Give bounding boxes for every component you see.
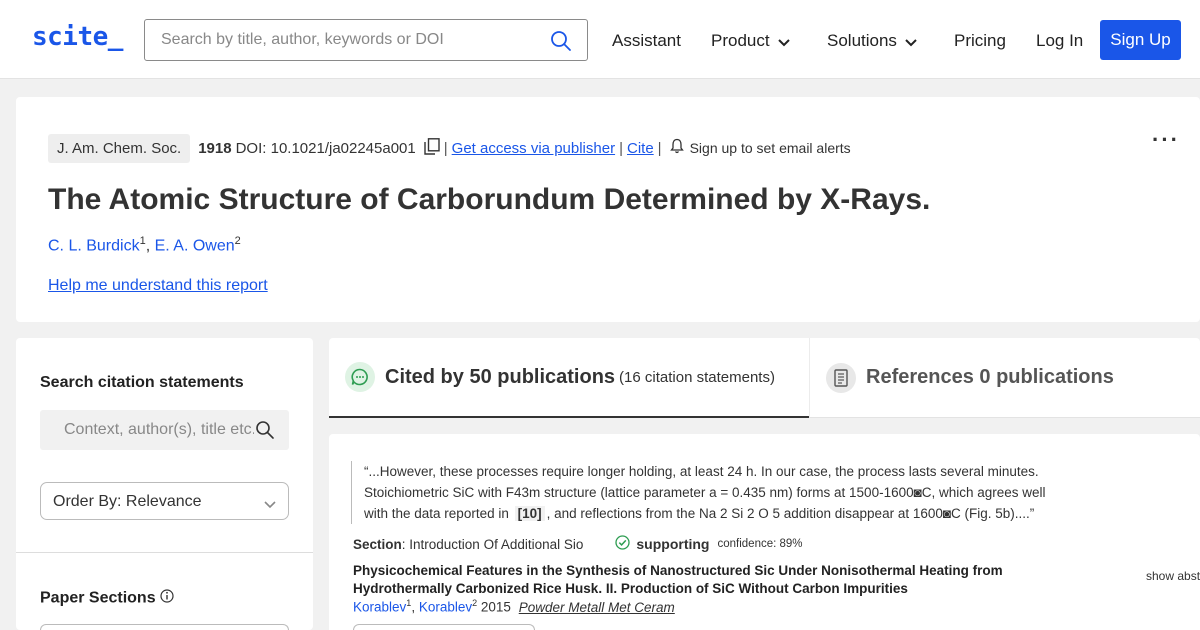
nav-login-link[interactable]: Log In xyxy=(1036,31,1083,51)
separator: | xyxy=(619,139,623,157)
paper-meta-row: J. Am. Chem. Soc. 1918 DOI: 10.1021/ja02… xyxy=(48,133,851,163)
nav-pricing-label: Pricing xyxy=(954,31,1006,50)
separator: | xyxy=(443,139,448,157)
show-abstract-button[interactable]: show abst xyxy=(1146,569,1200,583)
order-by-value: Order By: Relevance xyxy=(53,493,202,510)
section-label: Section xyxy=(353,536,402,552)
tab-cited-by[interactable]: Cited by 50 publications (16 citation st… xyxy=(329,338,809,418)
nav-pricing-link[interactable]: Pricing xyxy=(954,31,1006,51)
citation-sidebar: Search citation statements Order By: Rel… xyxy=(16,338,313,630)
section-value: : Introduction Of Additional Sio xyxy=(401,536,584,552)
citation-quote: “...However, these processes require lon… xyxy=(351,461,1071,524)
help-understand-link[interactable]: Help me understand this report xyxy=(48,277,268,295)
email-alerts-link[interactable]: Sign up to set email alerts xyxy=(690,140,851,156)
search-citations-heading: Search citation statements xyxy=(40,374,244,391)
author-link[interactable]: C. L. Burdick xyxy=(48,237,140,254)
separator: | xyxy=(657,139,662,157)
paper-sections-label: Paper Sections xyxy=(40,589,156,607)
quote-text: , and reflections from the Na 2 Si 2 O 5… xyxy=(546,506,1035,521)
citing-paper-year: 2015 xyxy=(480,599,511,615)
search-icon[interactable] xyxy=(549,29,573,58)
check-circle-icon xyxy=(615,535,631,553)
author-link[interactable]: Korablev xyxy=(353,600,406,615)
citation-section-row: Section : Introduction Of Additional Sio… xyxy=(353,535,803,553)
citation-search-box[interactable] xyxy=(40,410,289,450)
reference-marker[interactable]: [10] xyxy=(514,506,545,521)
paper-title: The Atomic Structure of Carborundum Dete… xyxy=(48,183,931,216)
author-link[interactable]: Korablev xyxy=(419,600,472,615)
citation-search-input[interactable] xyxy=(64,419,254,441)
nav-solutions-label: Solutions xyxy=(827,31,897,50)
result-action-button[interactable] xyxy=(353,624,535,630)
sidebar-divider xyxy=(16,552,313,553)
copy-icon[interactable] xyxy=(424,137,440,159)
author-affiliation: 2 xyxy=(472,598,478,608)
info-icon[interactable] xyxy=(160,589,174,608)
order-by-select[interactable]: Order By: Relevance xyxy=(40,482,289,520)
scite-logo[interactable]: scite_ xyxy=(32,22,123,52)
confidence-score: confidence: 89% xyxy=(717,538,803,550)
search-input[interactable] xyxy=(161,28,531,52)
journal-badge: J. Am. Chem. Soc. xyxy=(48,133,191,163)
tab-references[interactable]: References 0 publications xyxy=(809,338,1200,418)
author-affiliation: 2 xyxy=(234,235,241,247)
search-icon[interactable] xyxy=(255,420,275,445)
author-link[interactable]: E. A. Owen xyxy=(155,237,235,254)
chevron-down-icon xyxy=(905,32,917,52)
nav-assistant-label: Assistant xyxy=(612,31,681,50)
citation-tabs: Cited by 50 publications (16 citation st… xyxy=(329,338,1200,418)
nav-assistant-link[interactable]: Assistant xyxy=(612,31,681,51)
more-options-icon[interactable]: ··· xyxy=(1152,127,1180,153)
citation-result-card: “...However, these processes require lon… xyxy=(329,434,1200,630)
citing-paper-title[interactable]: Physicochemical Features in the Synthesi… xyxy=(353,562,1053,598)
bell-icon[interactable] xyxy=(669,138,684,158)
author-separator: , xyxy=(411,599,419,615)
cited-by-count: Cited by 50 publications xyxy=(385,365,616,388)
sections-select[interactable] xyxy=(40,624,289,630)
doi-text: DOI: 10.1021/ja02245a001 xyxy=(235,139,416,157)
paper-sections-heading: Paper Sections xyxy=(40,589,174,608)
top-navbar: scite_ Assistant Product Solutions Prici… xyxy=(0,0,1200,79)
citing-paper-meta: Korablev1, Korablev2 2015 Powder Metall … xyxy=(353,598,675,615)
chevron-down-icon xyxy=(777,32,790,52)
nav-product-menu[interactable]: Product xyxy=(711,31,790,52)
citing-paper-journal[interactable]: Powder Metall Met Ceram xyxy=(519,600,675,615)
search-box[interactable] xyxy=(144,19,588,61)
nav-login-label: Log In xyxy=(1036,31,1084,50)
paper-authors: C. L. Burdick1, E. A. Owen2 xyxy=(48,235,241,255)
nav-solutions-menu[interactable]: Solutions xyxy=(827,31,917,52)
citation-statements-count: (16 citation statements) xyxy=(619,368,775,386)
document-icon xyxy=(826,362,856,393)
signup-button[interactable]: Sign Up xyxy=(1100,20,1181,60)
author-separator: , xyxy=(145,237,155,255)
paper-header-card: J. Am. Chem. Soc. 1918 DOI: 10.1021/ja02… xyxy=(16,97,1200,322)
chevron-down-icon xyxy=(264,496,276,514)
speech-bubble-icon xyxy=(345,362,375,392)
publication-year: 1918 xyxy=(198,139,232,157)
references-count: References 0 publications xyxy=(866,366,1114,388)
classification-badge: supporting xyxy=(636,536,710,552)
nav-product-label: Product xyxy=(711,31,770,50)
cite-link[interactable]: Cite xyxy=(627,140,654,157)
get-access-link[interactable]: Get access via publisher xyxy=(452,140,615,157)
